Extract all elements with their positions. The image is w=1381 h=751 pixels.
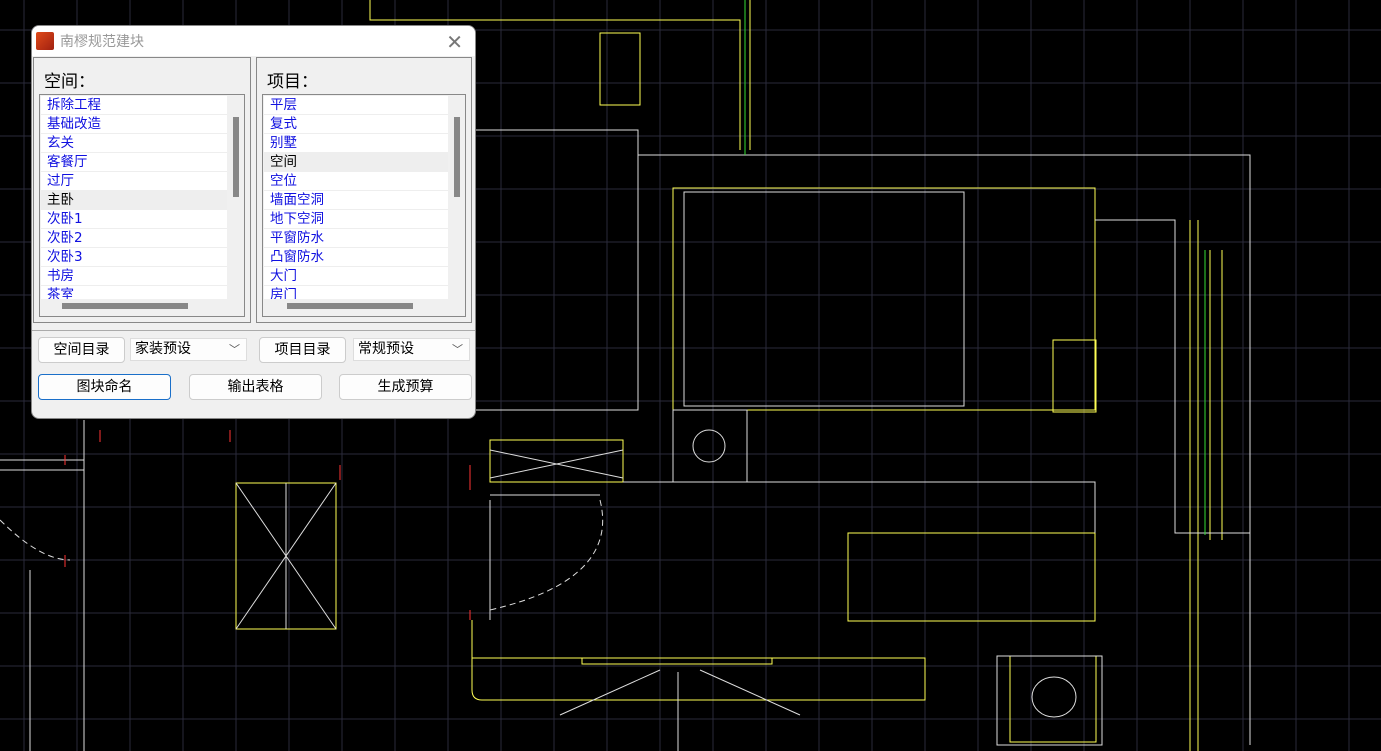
list-item[interactable]: 凸窗防水 <box>264 248 448 267</box>
block-naming-dialog: 南樛规范建块 ✕ 空间： 拆除工程 基础改造 玄关 客餐厅 过厅 主卧 次卧1 次卧2 次卧3 书… <box>31 25 476 419</box>
space-preset-value: 家装预设 <box>135 341 191 357</box>
divider <box>32 330 475 331</box>
item-list-vscroll[interactable] <box>454 117 460 197</box>
list-item[interactable]: 空位 <box>264 172 448 191</box>
list-item[interactable]: 房门 <box>264 286 448 299</box>
space-label: 空间： <box>44 72 95 92</box>
dialog-titlebar[interactable]: 南樛规范建块 ✕ <box>32 26 475 56</box>
block-naming-button[interactable]: 图块命名 <box>38 374 171 400</box>
list-item[interactable]: 平窗防水 <box>264 229 448 248</box>
export-table-button[interactable]: 输出表格 <box>189 374 322 400</box>
space-list-hscroll[interactable] <box>62 303 188 309</box>
item-preset-value: 常规预设 <box>358 341 414 357</box>
space-catalog-button[interactable]: 空间目录 <box>38 337 125 363</box>
dialog-title: 南樛规范建块 <box>60 34 144 50</box>
list-item[interactable]: 书房 <box>41 267 227 286</box>
list-item[interactable]: 次卧3 <box>41 248 227 267</box>
list-item[interactable]: 基础改造 <box>41 115 227 134</box>
list-item[interactable]: 主卧 <box>41 191 227 210</box>
item-preset-select[interactable]: 常规预设 ﹀ <box>353 338 470 361</box>
space-list[interactable]: 拆除工程 基础改造 玄关 客餐厅 过厅 主卧 次卧1 次卧2 次卧3 书房 茶室 <box>39 94 245 317</box>
list-item[interactable]: 客餐厅 <box>41 153 227 172</box>
app-icon <box>36 32 54 50</box>
item-panel: 项目： 平层 复式 别墅 空间 空位 墙面空洞 地下空洞 平窗防水 凸窗防水 大门 房门 <box>256 57 472 323</box>
item-list-hscroll[interactable] <box>287 303 413 309</box>
list-item[interactable]: 过厅 <box>41 172 227 191</box>
red-markers <box>64 430 471 620</box>
green-lines <box>744 0 1206 535</box>
chevron-down-icon: ﹀ <box>452 343 463 356</box>
item-label: 项目： <box>267 72 318 92</box>
list-item[interactable]: 大门 <box>264 267 448 286</box>
space-panel: 空间： 拆除工程 基础改造 玄关 客餐厅 过厅 主卧 次卧1 次卧2 次卧3 书房 茶室 <box>33 57 251 323</box>
list-item[interactable]: 复式 <box>264 115 448 134</box>
list-item[interactable]: 地下空洞 <box>264 210 448 229</box>
generate-budget-button[interactable]: 生成预算 <box>339 374 472 400</box>
list-item[interactable]: 玄关 <box>41 134 227 153</box>
item-catalog-button[interactable]: 项目目录 <box>259 337 346 363</box>
list-item[interactable]: 拆除工程 <box>41 96 227 115</box>
chevron-down-icon: ﹀ <box>229 343 240 356</box>
list-item[interactable]: 次卧1 <box>41 210 227 229</box>
space-preset-select[interactable]: 家装预设 ﹀ <box>130 338 247 361</box>
list-item[interactable]: 平层 <box>264 96 448 115</box>
list-item[interactable]: 茶室 <box>41 286 227 299</box>
space-list-vscroll[interactable] <box>233 117 239 197</box>
list-item[interactable]: 空间 <box>264 153 448 172</box>
list-item[interactable]: 别墅 <box>264 134 448 153</box>
list-item[interactable]: 墙面空洞 <box>264 191 448 210</box>
close-icon[interactable]: ✕ <box>446 30 463 54</box>
item-list[interactable]: 平层 复式 别墅 空间 空位 墙面空洞 地下空洞 平窗防水 凸窗防水 大门 房门 <box>262 94 466 317</box>
list-item[interactable]: 次卧2 <box>41 229 227 248</box>
